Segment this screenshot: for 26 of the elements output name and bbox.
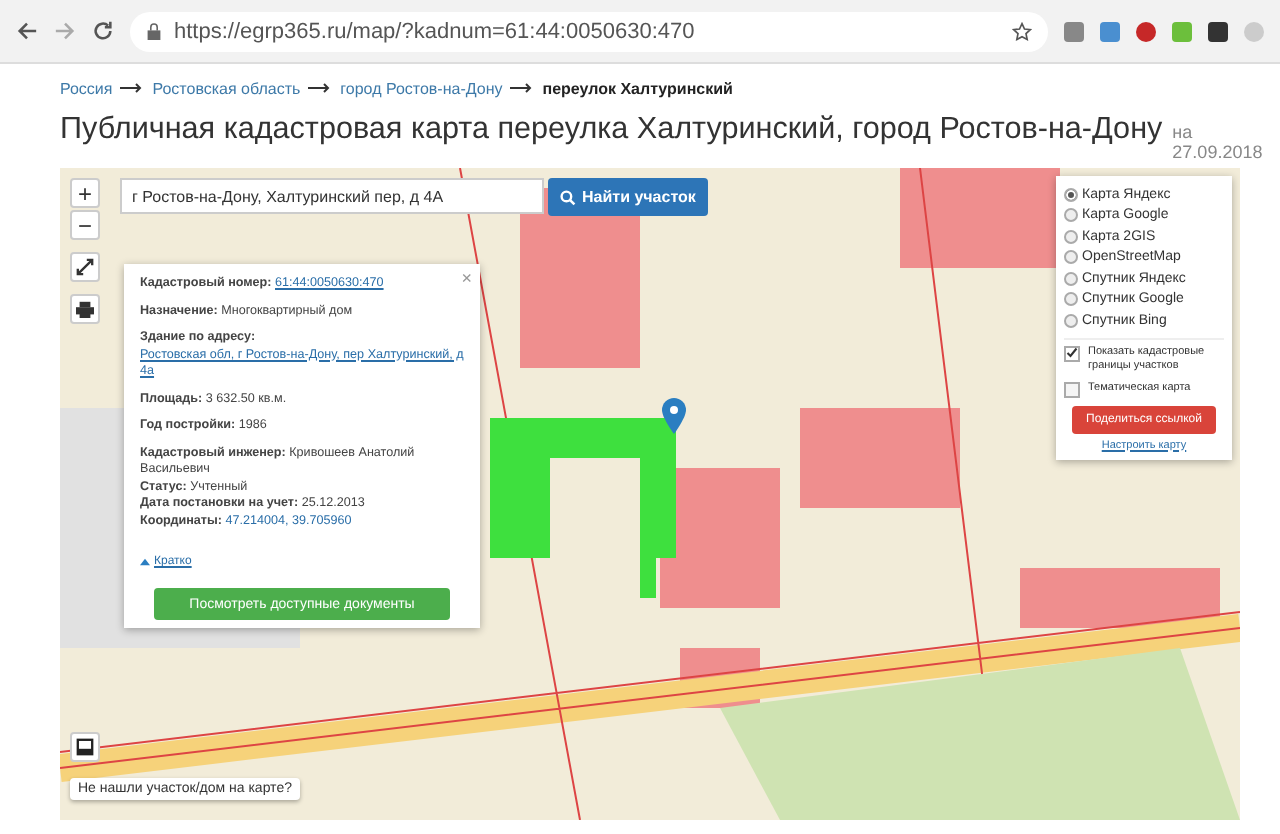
arrow-icon xyxy=(308,82,333,94)
layers-button[interactable] xyxy=(70,732,100,762)
breadcrumb-link[interactable]: Ростовская область xyxy=(152,79,301,97)
search-icon xyxy=(560,189,576,205)
back-icon[interactable] xyxy=(16,20,38,42)
star-icon[interactable] xyxy=(1012,21,1032,41)
location-pin-icon xyxy=(662,398,686,434)
zoom-out-button[interactable]: − xyxy=(70,210,100,240)
breadcrumb-link[interactable]: Россия xyxy=(60,79,113,97)
address-bar[interactable]: https://egrp365.ru/map/?kadnum=61:44:0050630:470 xyxy=(130,11,1048,51)
url-text: https://egrp365.ru/map/?kadnum=61:44:0050630:470 xyxy=(174,19,697,43)
reload-icon[interactable] xyxy=(92,20,114,42)
breadcrumb-link[interactable]: город Ростов-на-Дону xyxy=(340,79,503,97)
caret-icon xyxy=(140,558,150,566)
print-button[interactable] xyxy=(70,294,100,324)
arrow-icon xyxy=(510,82,535,94)
check-icon xyxy=(1066,346,1078,360)
current-page-label: переулок Халтуринский xyxy=(542,79,733,97)
page-title: Публичная кадастровая карта переулка Халтуринский, город Ростов-на-Дону xyxy=(60,112,1163,148)
search-field[interactable]: г Ростов-на-Дону, Халтуринский пер, д 4А xyxy=(120,178,544,214)
zoom-in-button[interactable]: + xyxy=(70,178,100,208)
fullscreen-button[interactable] xyxy=(70,252,100,282)
search-button[interactable]: Найти участок xyxy=(548,178,708,216)
date-label: на 27.09.2018 xyxy=(1172,122,1263,162)
arrow-icon xyxy=(120,82,145,94)
lock-icon xyxy=(146,21,162,41)
